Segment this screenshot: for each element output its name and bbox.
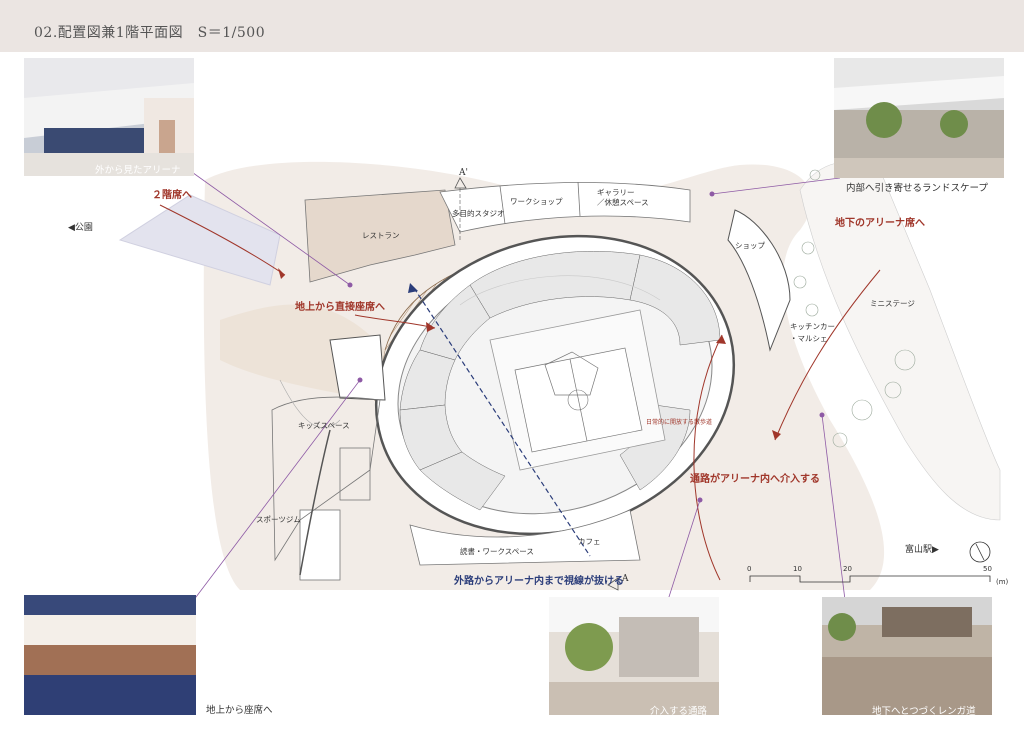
photo-landscape-image <box>834 58 1004 178</box>
caption-outside-arena: 外から見たアリーナ <box>95 165 181 176</box>
photo-outside-arena <box>24 58 194 176</box>
photo-passage <box>549 597 719 715</box>
caption-ground-to-seat: 地上から座席へ <box>206 705 273 716</box>
photo-brick-road-image <box>822 597 992 715</box>
label-cafe: カフェ <box>578 537 601 546</box>
caption-landscape: 内部へ引き寄せるランドスケープ <box>846 183 988 194</box>
annotation-second-floor: ２階席へ <box>152 190 192 201</box>
photo-outside-arena-image <box>24 58 194 176</box>
photo-brick-road <box>822 597 992 715</box>
annotation-ground-direct: 地上から直接座席へ <box>295 302 385 313</box>
section-label-a-prime: A' <box>459 168 468 178</box>
label-kids: キッズスペース <box>298 421 350 430</box>
scale-tick-10: 10 <box>793 565 802 573</box>
label-kitchen: キッチンカー ・マルシェ <box>790 322 835 343</box>
annotation-underground: 地下のアリーナ席へ <box>835 218 925 229</box>
annotation-road-intervene: 通路がアリーナ内へ介入する <box>690 474 820 485</box>
photo-landscape <box>834 58 1004 178</box>
photo-ground-to-seat <box>24 595 196 715</box>
label-workshop: ワークショップ <box>510 197 563 206</box>
scale-tick-50: 50 <box>983 565 992 573</box>
scale-unit: (m) <box>996 578 1009 586</box>
annotation-sightline: 外路からアリーナ内まで視線が抜ける <box>454 576 624 587</box>
left-building <box>329 334 386 401</box>
label-studio: 多目的スタジオ <box>452 209 505 218</box>
caption-passage: 介入する通路 <box>650 706 708 717</box>
section-label-a: A <box>622 574 629 584</box>
annotation-daily-walk: 日常的に開放する散歩道 <box>646 419 713 426</box>
label-gallery: ギャラリー ／休憩スペース <box>597 188 649 207</box>
photo-passage-image <box>549 597 719 715</box>
label-shop-right: ショップ <box>735 241 765 250</box>
label-ministage: ミニステージ <box>870 299 915 308</box>
label-reading: 読書・ワークスペース <box>460 547 534 556</box>
label-park: ◀公園 <box>68 223 93 233</box>
label-gym: スポーツジム <box>256 515 301 524</box>
photo-ground-to-seat-image <box>24 595 196 715</box>
label-station: 富山駅▶ <box>905 545 939 555</box>
label-restaurant: レストラン <box>362 231 400 240</box>
scale-tick-0: 0 <box>747 565 752 573</box>
caption-brick-road: 地下へとつづくレンガ道 <box>872 706 976 717</box>
scale-tick-20: 20 <box>843 565 852 573</box>
